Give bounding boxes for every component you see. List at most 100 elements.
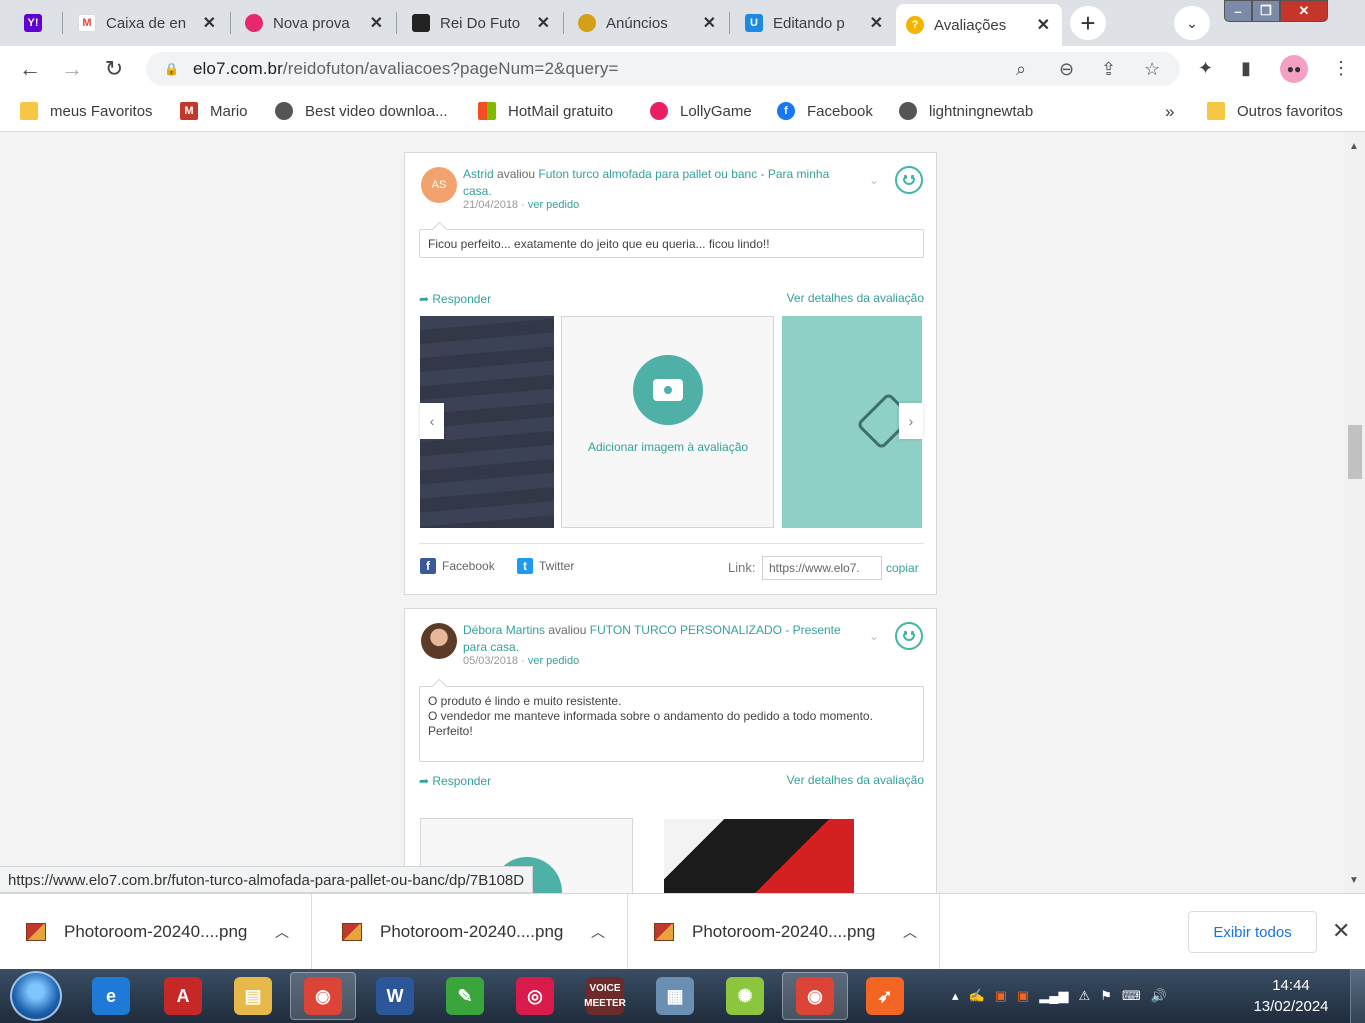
pen-icon[interactable]: ✍ xyxy=(969,988,985,1004)
taskbar-app-button[interactable]: ◉ xyxy=(290,972,356,1020)
bookmark-outros-favoritos[interactable]: Outros favoritos xyxy=(1207,102,1343,120)
bookmarks-overflow-button[interactable]: » xyxy=(1165,102,1174,122)
link-label: Link: xyxy=(728,560,756,575)
tab-avaliacoes[interactable]: ? Avaliações ✕ xyxy=(896,4,1062,46)
bookmark-best-video[interactable]: Best video downloa... xyxy=(275,102,448,120)
chevron-up-icon[interactable]: ︿ xyxy=(275,922,289,942)
close-tab-icon[interactable]: ✕ xyxy=(537,13,550,33)
app-tray-icon[interactable]: ▣ xyxy=(995,988,1007,1004)
taskbar-app-button[interactable]: W xyxy=(362,972,428,1020)
taskbar-app-button[interactable]: ✎ xyxy=(432,972,498,1020)
close-tab-icon[interactable]: ✕ xyxy=(1037,15,1050,35)
tab-rei-do-futon[interactable]: Rei Do Futo ✕ xyxy=(402,4,562,42)
app-tray-icon[interactable]: ▣ xyxy=(1017,988,1029,1004)
avatar: AS xyxy=(421,167,457,203)
menu-icon[interactable]: ⋮ xyxy=(1332,58,1350,79)
reload-button[interactable]: ↻ xyxy=(100,55,128,83)
star-icon[interactable]: ☆ xyxy=(1144,59,1160,80)
back-button[interactable]: ← xyxy=(16,55,44,83)
side-panel-icon[interactable]: ▮ xyxy=(1241,58,1251,79)
carousel-next-button[interactable]: › xyxy=(899,403,923,439)
zoom-icon[interactable]: ⊖ xyxy=(1059,59,1074,80)
download-item[interactable]: Photoroom-20240....png ︿ xyxy=(628,894,940,970)
tab-search-button[interactable]: ⌄ xyxy=(1174,6,1210,40)
taskbar-app-button[interactable]: ▤ xyxy=(220,972,286,1020)
reviewer-name[interactable]: Débora Martins xyxy=(463,623,545,637)
extensions-icon[interactable]: ✦ xyxy=(1198,58,1213,79)
chevron-down-icon[interactable]: ⌄ xyxy=(869,629,879,643)
reply-button[interactable]: ➦ Responder xyxy=(419,292,491,306)
explorer-icon: ▤ xyxy=(234,977,272,1015)
close-icon[interactable]: ✕ xyxy=(1332,918,1350,944)
forward-button[interactable]: → xyxy=(58,55,86,83)
taskbar-app-button[interactable]: ◉ xyxy=(782,972,848,1020)
taskbar-app-button[interactable]: ➶ xyxy=(852,972,918,1020)
scroll-up-icon[interactable]: ▲ xyxy=(1349,141,1359,152)
tab-nova-prova[interactable]: Nova prova ✕ xyxy=(235,4,395,42)
tab-anuncios[interactable]: Anúncios ✕ xyxy=(568,4,728,42)
close-tab-icon[interactable]: ✕ xyxy=(703,13,716,33)
taskbar-app-button[interactable]: A xyxy=(150,972,216,1020)
copy-link-button[interactable]: copiar xyxy=(886,561,919,575)
signal-icon[interactable]: ▂▄▆ xyxy=(1039,988,1068,1004)
chevron-up-icon[interactable]: ︿ xyxy=(903,922,917,942)
taskbar-app-button[interactable]: e xyxy=(78,972,144,1020)
happy-face-icon xyxy=(895,622,923,650)
show-desktop-button[interactable] xyxy=(1350,969,1365,1023)
happy-face-icon xyxy=(895,166,923,194)
flag-icon[interactable]: ⚑ xyxy=(1100,988,1112,1004)
profile-avatar[interactable]: ●● xyxy=(1280,55,1308,83)
download-item[interactable]: Photoroom-20240....png ︿ xyxy=(316,894,628,970)
bookmark-lightningnewtab[interactable]: lightningnewtab xyxy=(899,102,1033,120)
show-all-downloads-button[interactable]: Exibir todos xyxy=(1188,911,1317,953)
add-image-button[interactable]: Adicionar imagem à avaliação xyxy=(561,316,774,528)
bookmark-label: meus Favoritos xyxy=(50,102,153,120)
scroll-down-icon[interactable]: ▼ xyxy=(1349,875,1359,886)
bookmark-lollygame[interactable]: LollyGame xyxy=(650,102,752,120)
reply-button[interactable]: ➦ Responder xyxy=(419,774,491,788)
taskbar-app-button[interactable]: ✺ xyxy=(712,972,778,1020)
share-icon[interactable]: ⇪ xyxy=(1101,59,1116,80)
order-link[interactable]: ver pedido xyxy=(528,199,579,211)
share-link-input[interactable]: https://www.elo7. xyxy=(762,556,882,580)
notification-icon[interactable]: ⚠ xyxy=(1079,988,1091,1004)
address-bar[interactable]: 🔒 elo7.com.br/reidofuton/avaliacoes?page… xyxy=(146,52,1180,86)
tab-gmail[interactable]: M Caixa de en ✕ xyxy=(68,4,228,42)
add-image-label: Adicionar imagem à avaliação xyxy=(587,440,749,454)
scrollbar-thumb[interactable] xyxy=(1348,425,1362,479)
review-details-link[interactable]: Ver detalhes da avaliação xyxy=(787,291,924,305)
bookmark-facebook[interactable]: f Facebook xyxy=(777,102,873,120)
volume-icon[interactable]: 🔊 xyxy=(1151,988,1167,1004)
page-scrollbar[interactable]: ▲ ▼ xyxy=(1345,133,1365,893)
tray-show-hidden-icon[interactable]: ▴ xyxy=(952,988,959,1004)
order-link[interactable]: ver pedido xyxy=(528,655,579,667)
start-button[interactable] xyxy=(10,971,62,1021)
reviewer-name[interactable]: Astrid xyxy=(463,167,494,181)
bookmark-mario[interactable]: M Mario xyxy=(180,102,248,120)
share-twitter-button[interactable]: t Twitter xyxy=(517,558,574,574)
review-photo[interactable] xyxy=(664,819,854,893)
clock[interactable]: 14:44 13/02/2024 xyxy=(1245,975,1337,1017)
taskbar-app-button[interactable]: VOICE MEETER xyxy=(572,972,638,1020)
new-tab-button[interactable]: + xyxy=(1070,6,1106,40)
carousel-prev-button[interactable]: ‹ xyxy=(420,403,444,439)
close-tab-icon[interactable]: ✕ xyxy=(870,13,883,33)
network-icon[interactable]: ⌨ xyxy=(1122,988,1141,1004)
minimize-button[interactable]: – xyxy=(1224,0,1252,22)
chevron-up-icon[interactable]: ︿ xyxy=(591,922,605,942)
close-window-button[interactable]: ✕ xyxy=(1280,0,1328,22)
restore-button[interactable]: ❐ xyxy=(1252,0,1280,22)
bookmark-hotmail[interactable]: HotMail gratuito xyxy=(478,102,613,120)
taskbar-app-button[interactable]: ▦ xyxy=(642,972,708,1020)
tab-yahoo[interactable]: Y! xyxy=(14,4,58,42)
share-facebook-button[interactable]: f Facebook xyxy=(420,558,495,574)
tab-editando[interactable]: U Editando p ✕ xyxy=(735,4,895,42)
close-tab-icon[interactable]: ✕ xyxy=(203,13,216,33)
taskbar-app-button[interactable]: ◎ xyxy=(502,972,568,1020)
review-details-link[interactable]: Ver detalhes da avaliação xyxy=(787,773,924,787)
search-icon[interactable]: ⌕ xyxy=(1016,59,1026,80)
close-tab-icon[interactable]: ✕ xyxy=(370,13,383,33)
download-item[interactable]: Photoroom-20240....png ︿ xyxy=(0,894,312,970)
bookmark-meus-favoritos[interactable]: meus Favoritos xyxy=(20,102,153,120)
chevron-down-icon[interactable]: ⌄ xyxy=(869,173,879,187)
